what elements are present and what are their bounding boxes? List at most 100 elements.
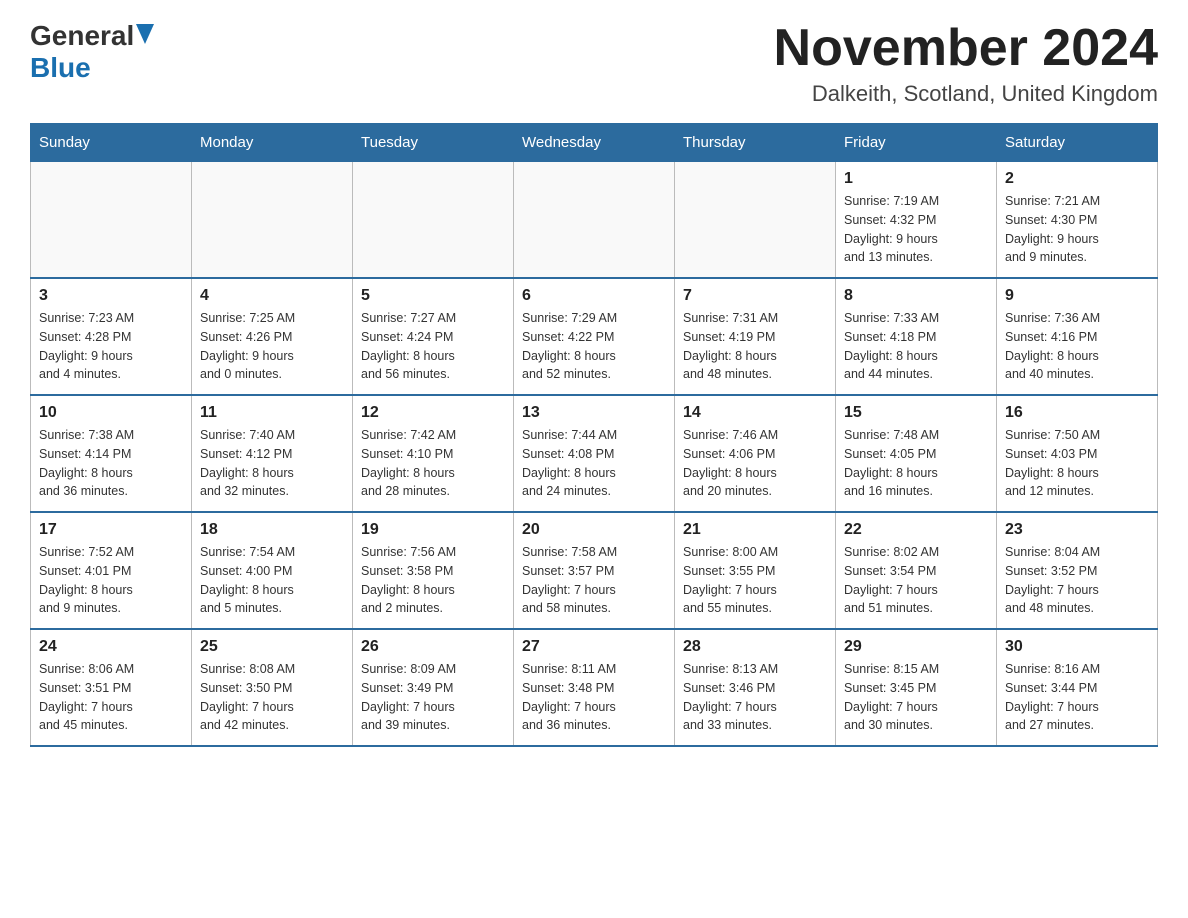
day-number: 2	[1005, 170, 1149, 188]
day-info: Sunrise: 7:25 AM Sunset: 4:26 PM Dayligh…	[200, 309, 344, 384]
day-number: 29	[844, 638, 988, 656]
day-info: Sunrise: 7:46 AM Sunset: 4:06 PM Dayligh…	[683, 426, 827, 501]
day-number: 28	[683, 638, 827, 656]
day-number: 24	[39, 638, 183, 656]
logo-general-text: General	[30, 20, 134, 52]
calendar-cell: 18Sunrise: 7:54 AM Sunset: 4:00 PM Dayli…	[192, 512, 353, 629]
day-number: 26	[361, 638, 505, 656]
calendar-cell: 12 Sunrise: 7:42 AM Sunset: 4:10 PM Dayli…	[353, 395, 514, 512]
day-number: 12	[361, 404, 505, 422]
day-info: Sunrise: 7:54 AM Sunset: 4:00 PM Dayligh…	[200, 543, 344, 618]
day-number: 10	[39, 404, 183, 422]
calendar-cell	[353, 162, 514, 279]
day-number: 25	[200, 638, 344, 656]
day-info: Sunrise: 8:16 AM Sunset: 3:44 PM Dayligh…	[1005, 660, 1149, 735]
day-info: Sunrise: 7:23 AM Sunset: 4:28 PM Dayligh…	[39, 309, 183, 384]
day-info: Sunrise: 7:29 AM Sunset: 4:22 PM Dayligh…	[522, 309, 666, 384]
calendar-cell: 3Sunrise: 7:23 AM Sunset: 4:28 PM Daylig…	[31, 278, 192, 395]
day-info: Sunrise: 8:02 AM Sunset: 3:54 PM Dayligh…	[844, 543, 988, 618]
calendar-cell: 30 Sunrise: 8:16 AM Sunset: 3:44 PM Dayli…	[997, 629, 1158, 746]
day-number: 21	[683, 521, 827, 539]
day-number: 16	[1005, 404, 1149, 422]
day-number: 20	[522, 521, 666, 539]
day-info: Sunrise: 7:33 AM Sunset: 4:18 PM Dayligh…	[844, 309, 988, 384]
weekday-header-row: SundayMondayTuesdayWednesdayThursdayFrid…	[31, 124, 1158, 162]
week-row-1: 1 Sunrise: 7:19 AM Sunset: 4:32 PM Daylig…	[31, 162, 1158, 279]
day-number: 5	[361, 287, 505, 305]
weekday-header-friday: Friday	[836, 124, 997, 162]
day-number: 17	[39, 521, 183, 539]
weekday-header-saturday: Saturday	[997, 124, 1158, 162]
day-number: 19	[361, 521, 505, 539]
calendar-cell: 20 Sunrise: 7:58 AM Sunset: 3:57 PM Dayli…	[514, 512, 675, 629]
day-number: 8	[844, 287, 988, 305]
day-number: 1	[844, 170, 988, 188]
day-number: 15	[844, 404, 988, 422]
calendar-cell: 27 Sunrise: 8:11 AM Sunset: 3:48 PM Dayli…	[514, 629, 675, 746]
weekday-header-thursday: Thursday	[675, 124, 836, 162]
day-info: Sunrise: 8:11 AM Sunset: 3:48 PM Dayligh…	[522, 660, 666, 735]
calendar-cell: 5 Sunrise: 7:27 AM Sunset: 4:24 PM Daylig…	[353, 278, 514, 395]
location-subtitle: Dalkeith, Scotland, United Kingdom	[774, 81, 1158, 107]
weekday-header-wednesday: Wednesday	[514, 124, 675, 162]
calendar-cell: 2 Sunrise: 7:21 AM Sunset: 4:30 PM Daylig…	[997, 162, 1158, 279]
week-row-5: 24 Sunrise: 8:06 AM Sunset: 3:51 PM Dayli…	[31, 629, 1158, 746]
calendar-table: SundayMondayTuesdayWednesdayThursdayFrid…	[30, 123, 1158, 747]
calendar-cell	[192, 162, 353, 279]
weekday-header-sunday: Sunday	[31, 124, 192, 162]
calendar-cell: 29 Sunrise: 8:15 AM Sunset: 3:45 PM Dayli…	[836, 629, 997, 746]
calendar-cell: 8 Sunrise: 7:33 AM Sunset: 4:18 PM Daylig…	[836, 278, 997, 395]
day-info: Sunrise: 8:06 AM Sunset: 3:51 PM Dayligh…	[39, 660, 183, 735]
day-number: 9	[1005, 287, 1149, 305]
calendar-cell: 11 Sunrise: 7:40 AM Sunset: 4:12 PM Dayli…	[192, 395, 353, 512]
calendar-cell	[514, 162, 675, 279]
logo-blue-text: Blue	[30, 52, 91, 83]
calendar-cell: 26 Sunrise: 8:09 AM Sunset: 3:49 PM Dayli…	[353, 629, 514, 746]
page-header: General Blue November 2024 Dalkeith, Sco…	[30, 20, 1158, 107]
calendar-cell: 23Sunrise: 8:04 AM Sunset: 3:52 PM Dayli…	[997, 512, 1158, 629]
day-info: Sunrise: 7:58 AM Sunset: 3:57 PM Dayligh…	[522, 543, 666, 618]
day-info: Sunrise: 7:56 AM Sunset: 3:58 PM Dayligh…	[361, 543, 505, 618]
logo: General Blue	[30, 20, 154, 84]
calendar-cell: 9Sunrise: 7:36 AM Sunset: 4:16 PM Daylig…	[997, 278, 1158, 395]
day-info: Sunrise: 7:50 AM Sunset: 4:03 PM Dayligh…	[1005, 426, 1149, 501]
day-info: Sunrise: 7:52 AM Sunset: 4:01 PM Dayligh…	[39, 543, 183, 618]
day-info: Sunrise: 8:15 AM Sunset: 3:45 PM Dayligh…	[844, 660, 988, 735]
day-info: Sunrise: 7:40 AM Sunset: 4:12 PM Dayligh…	[200, 426, 344, 501]
weekday-header-monday: Monday	[192, 124, 353, 162]
week-row-2: 3Sunrise: 7:23 AM Sunset: 4:28 PM Daylig…	[31, 278, 1158, 395]
calendar-cell: 24 Sunrise: 8:06 AM Sunset: 3:51 PM Dayli…	[31, 629, 192, 746]
title-section: November 2024 Dalkeith, Scotland, United…	[774, 20, 1158, 107]
day-number: 27	[522, 638, 666, 656]
day-info: Sunrise: 7:31 AM Sunset: 4:19 PM Dayligh…	[683, 309, 827, 384]
month-title: November 2024	[774, 20, 1158, 77]
calendar-cell: 7 Sunrise: 7:31 AM Sunset: 4:19 PM Daylig…	[675, 278, 836, 395]
calendar-cell: 22 Sunrise: 8:02 AM Sunset: 3:54 PM Dayli…	[836, 512, 997, 629]
day-number: 13	[522, 404, 666, 422]
week-row-4: 17 Sunrise: 7:52 AM Sunset: 4:01 PM Dayli…	[31, 512, 1158, 629]
day-info: Sunrise: 8:04 AM Sunset: 3:52 PM Dayligh…	[1005, 543, 1149, 618]
day-info: Sunrise: 7:19 AM Sunset: 4:32 PM Dayligh…	[844, 192, 988, 267]
calendar-cell: 10 Sunrise: 7:38 AM Sunset: 4:14 PM Dayli…	[31, 395, 192, 512]
logo-arrow-icon	[136, 24, 154, 49]
day-info: Sunrise: 8:00 AM Sunset: 3:55 PM Dayligh…	[683, 543, 827, 618]
calendar-cell: 25 Sunrise: 8:08 AM Sunset: 3:50 PM Dayli…	[192, 629, 353, 746]
calendar-cell: 28 Sunrise: 8:13 AM Sunset: 3:46 PM Dayli…	[675, 629, 836, 746]
day-info: Sunrise: 7:42 AM Sunset: 4:10 PM Dayligh…	[361, 426, 505, 501]
day-info: Sunrise: 8:08 AM Sunset: 3:50 PM Dayligh…	[200, 660, 344, 735]
calendar-cell: 6 Sunrise: 7:29 AM Sunset: 4:22 PM Daylig…	[514, 278, 675, 395]
day-info: Sunrise: 8:13 AM Sunset: 3:46 PM Dayligh…	[683, 660, 827, 735]
day-number: 22	[844, 521, 988, 539]
day-number: 11	[200, 404, 344, 422]
day-number: 6	[522, 287, 666, 305]
day-info: Sunrise: 7:27 AM Sunset: 4:24 PM Dayligh…	[361, 309, 505, 384]
day-info: Sunrise: 8:09 AM Sunset: 3:49 PM Dayligh…	[361, 660, 505, 735]
day-info: Sunrise: 7:38 AM Sunset: 4:14 PM Dayligh…	[39, 426, 183, 501]
calendar-cell: 13 Sunrise: 7:44 AM Sunset: 4:08 PM Dayli…	[514, 395, 675, 512]
calendar-cell: 14Sunrise: 7:46 AM Sunset: 4:06 PM Dayli…	[675, 395, 836, 512]
day-number: 7	[683, 287, 827, 305]
day-info: Sunrise: 7:21 AM Sunset: 4:30 PM Dayligh…	[1005, 192, 1149, 267]
day-info: Sunrise: 7:44 AM Sunset: 4:08 PM Dayligh…	[522, 426, 666, 501]
calendar-cell: 17 Sunrise: 7:52 AM Sunset: 4:01 PM Dayli…	[31, 512, 192, 629]
day-number: 30	[1005, 638, 1149, 656]
